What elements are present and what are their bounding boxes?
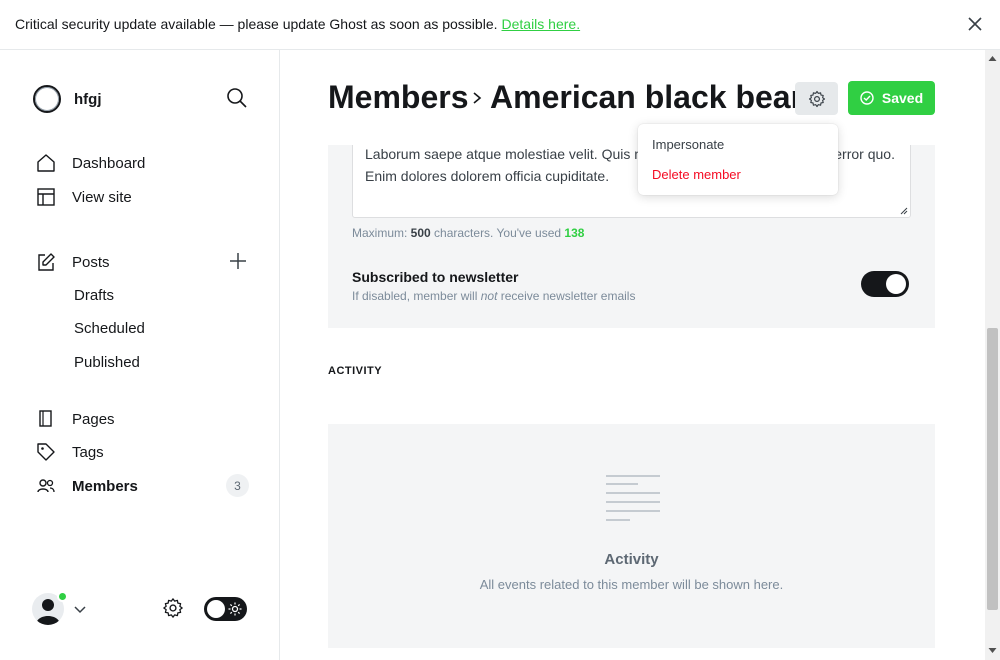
sidebar-item-label: View site — [72, 188, 132, 206]
plus-icon[interactable] — [228, 251, 248, 271]
site-logo-icon — [33, 85, 61, 113]
member-actions-button[interactable] — [795, 82, 838, 115]
scrollbar-thumb[interactable] — [987, 328, 998, 610]
newsletter-toggle[interactable] — [861, 271, 909, 297]
activity-empty-title: Activity — [604, 551, 659, 568]
page-title: American black bear — [490, 79, 804, 115]
site-name: hfgj — [74, 90, 102, 108]
toggle-knob — [886, 274, 906, 294]
sidebar-item-tags[interactable]: Tags — [36, 439, 104, 465]
saved-button[interactable]: Saved — [848, 81, 935, 115]
sidebar-item-scheduled[interactable]: Scheduled — [74, 320, 145, 337]
sidebar-item-label: Dashboard — [72, 154, 146, 172]
page-header: Members American black bear Saved — [280, 50, 985, 145]
banner-text: Critical security update available — ple… — [15, 16, 580, 32]
chevron-down-icon[interactable] — [72, 601, 88, 617]
gear-icon[interactable] — [162, 597, 184, 619]
delete-member-menu-item[interactable]: Delete member — [652, 167, 741, 182]
sidebar-item-label: Tags — [72, 443, 104, 461]
resize-handle-icon[interactable] — [900, 207, 908, 215]
sidebar-item-posts[interactable]: Posts — [36, 249, 110, 275]
breadcrumb[interactable]: Members — [328, 79, 469, 116]
site-brand[interactable]: hfgj — [32, 84, 102, 114]
sidebar-item-dashboard[interactable]: Dashboard — [36, 150, 145, 176]
newsletter-desc-em: not — [480, 289, 498, 303]
saved-label: Saved — [881, 90, 924, 106]
online-status-dot — [57, 591, 68, 602]
edit-icon — [38, 253, 55, 271]
sidebar-item-drafts[interactable]: Drafts — [74, 287, 114, 304]
sidebar-item-members[interactable]: Members — [36, 473, 138, 499]
security-alert-banner: Critical security update available — ple… — [0, 0, 1000, 50]
search-icon[interactable] — [226, 87, 248, 109]
sidebar-item-label: Posts — [72, 253, 110, 271]
banner-message: Critical security update available — ple… — [15, 16, 498, 32]
hint-used: 138 — [564, 226, 585, 240]
theme-toggle[interactable] — [204, 597, 247, 621]
sidebar-item-view-site[interactable]: View site — [36, 184, 132, 210]
character-count-hint: Maximum: 500 characters. You've used 138 — [352, 226, 584, 240]
sidebar-item-label: Pages — [72, 410, 115, 428]
home-icon — [37, 154, 55, 172]
pages-icon — [39, 410, 52, 427]
sun-icon — [228, 602, 242, 616]
activity-empty-state: Activity All events related to this memb… — [328, 424, 935, 648]
main-content: Laborum saepe atque molestiae velit. Qui… — [280, 50, 985, 660]
member-details-card: Laborum saepe atque molestiae velit. Qui… — [328, 140, 935, 328]
document-lines-icon — [606, 475, 660, 521]
toggle-knob — [207, 600, 225, 618]
activity-empty-description: All events related to this member will b… — [479, 577, 784, 592]
newsletter-desc-post: receive newsletter emails — [497, 289, 636, 303]
members-icon — [37, 479, 55, 493]
sidebar-item-label: Members — [72, 477, 138, 495]
tag-icon — [37, 443, 55, 461]
sidebar-item-pages[interactable]: Pages — [36, 406, 115, 432]
newsletter-description: If disabled, member will not receive new… — [352, 289, 635, 303]
check-circle-icon — [860, 91, 874, 105]
banner-details-link[interactable]: Details here. — [502, 16, 581, 32]
gear-icon — [808, 90, 825, 107]
newsletter-title: Subscribed to newsletter — [352, 269, 519, 285]
sidebar: hfgj Dashboard View site Posts Drafts Sc… — [0, 50, 280, 660]
hint-mid: characters. You've used — [430, 226, 565, 240]
impersonate-menu-item[interactable]: Impersonate — [652, 137, 724, 152]
activity-section-label: ACTIVITY — [328, 365, 383, 377]
sidebar-item-published[interactable]: Published — [74, 354, 140, 371]
close-icon[interactable] — [966, 15, 984, 33]
scroll-down-arrow-icon[interactable] — [988, 647, 997, 654]
members-count-badge: 3 — [226, 474, 249, 497]
hint-max: 500 — [410, 226, 431, 240]
layout-icon — [37, 188, 55, 206]
newsletter-desc-pre: If disabled, member will — [352, 289, 481, 303]
scroll-up-arrow-icon[interactable] — [988, 55, 997, 62]
member-actions-menu: Impersonate Delete member — [638, 124, 838, 195]
chevron-right-icon — [473, 92, 482, 104]
hint-prefix: Maximum: — [352, 226, 411, 240]
